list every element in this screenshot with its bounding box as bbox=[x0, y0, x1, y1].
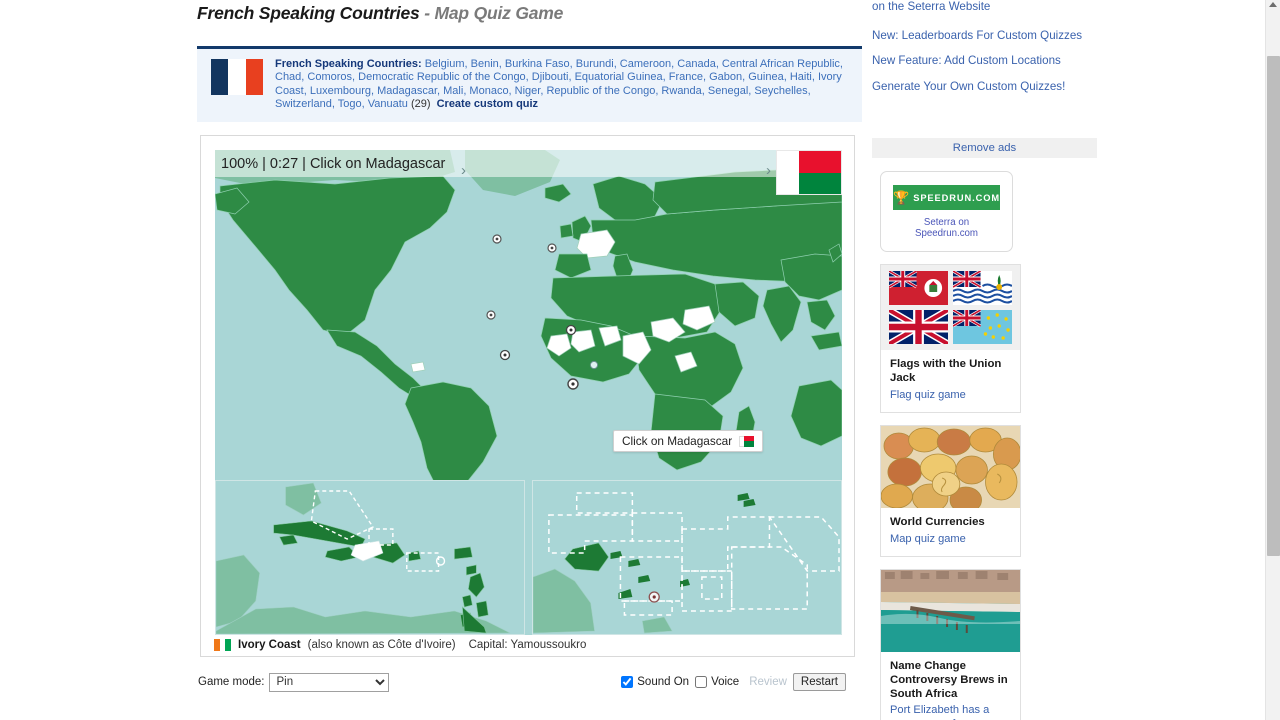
game-mode-label: Game mode: bbox=[198, 676, 265, 688]
tooltip-madagascar-flag-icon bbox=[739, 435, 755, 447]
page-title-main: French Speaking Countries bbox=[197, 3, 420, 23]
speedrun-badge: 🏆 SPEEDRUN.COM bbox=[893, 185, 1000, 211]
ivory-coast-flag-icon bbox=[214, 639, 231, 651]
answer-info-strip: Ivory Coast (also known as Côte d'Ivoire… bbox=[214, 634, 844, 656]
sidebar-news-link-0[interactable]: on the Seterra Website bbox=[872, 0, 1097, 15]
promo-subtitle-link[interactable]: Flag quiz game bbox=[890, 389, 1011, 403]
page-root: French Speaking Countries - Map Quiz Gam… bbox=[0, 0, 1280, 720]
answer-country-alias: (also known as Côte d'Ivoire) bbox=[307, 639, 456, 651]
page-title: French Speaking Countries - Map Quiz Gam… bbox=[197, 0, 862, 24]
voice-checkbox[interactable] bbox=[695, 676, 708, 688]
create-custom-quiz-link[interactable]: Create custom quiz bbox=[437, 98, 538, 110]
map-stage[interactable]: 100% | 0:27 | Click on Madagascar › › Cl… bbox=[215, 150, 842, 635]
france-flag-icon bbox=[211, 59, 263, 95]
caribbean-inset-map[interactable] bbox=[215, 480, 525, 635]
trophy-icon: 🏆 bbox=[893, 190, 910, 206]
promo-title: Name Change Controversy Brews in South A… bbox=[890, 660, 1008, 700]
sidebar-news-link-1[interactable]: New: Leaderboards For Custom Quizzes bbox=[872, 29, 1097, 44]
game-controls-bar: Game mode: Pin Sound On Voice Review Res… bbox=[198, 670, 846, 694]
promo-card-union-jack[interactable]: Flags with the Union Jack Flag quiz game bbox=[880, 264, 1021, 414]
pan-left-chevron-icon[interactable]: › bbox=[461, 162, 466, 179]
sound-toggle[interactable]: Sound On bbox=[621, 676, 689, 688]
scroll-up-arrow-icon[interactable] bbox=[1269, 2, 1277, 7]
bermuda-flag-icon bbox=[889, 271, 948, 306]
click-target-tooltip: Click on Madagascar bbox=[613, 430, 764, 452]
united-kingdom-flag-icon bbox=[889, 310, 948, 345]
tuvalu-flag-icon bbox=[953, 310, 1012, 345]
voice-toggle[interactable]: Voice bbox=[695, 676, 739, 688]
game-mode-select[interactable]: Pin bbox=[269, 672, 390, 692]
controls-right-group: Sound On Voice Review Restart bbox=[621, 673, 846, 691]
promo-card-south-africa-news[interactable]: Name Change Controversy Brews in South A… bbox=[880, 569, 1021, 720]
sidebar-news-link-3[interactable]: Generate Your Own Custom Quizzes! bbox=[872, 80, 1097, 95]
right-sidebar: on the Seterra Website New: Leaderboards… bbox=[872, 0, 1097, 720]
remove-ads-link[interactable]: Remove ads bbox=[872, 138, 1097, 159]
speedrun-badge-text: SPEEDRUN.COM bbox=[913, 192, 1000, 203]
answer-country-name: Ivory Coast bbox=[238, 639, 301, 651]
map-panel: 100% | 0:27 | Click on Madagascar › › Cl… bbox=[200, 135, 855, 657]
tooltip-label: Click on Madagascar bbox=[622, 434, 733, 448]
quiz-country-count: (29) bbox=[410, 98, 431, 111]
quiz-info-label: French Speaking Countries: bbox=[275, 58, 422, 70]
british-indian-ocean-territory-flag-icon bbox=[953, 271, 1012, 306]
restart-button[interactable]: Restart bbox=[792, 673, 846, 691]
speedrun-caption-link[interactable]: Seterra on Speedrun.com bbox=[893, 217, 1000, 239]
sidebar-news-link-2[interactable]: New Feature: Add Custom Locations bbox=[872, 54, 1097, 69]
union-jack-flags-thumbnail bbox=[881, 265, 1020, 351]
sound-label: Sound On bbox=[637, 676, 690, 688]
madagascar-flag-icon bbox=[776, 150, 842, 195]
promo-subtitle-link[interactable]: Map quiz game bbox=[890, 533, 1011, 547]
pier-beach-photo-thumbnail bbox=[881, 570, 1020, 653]
page-scrollbar[interactable] bbox=[1265, 0, 1280, 720]
main-column: French Speaking Countries - Map Quiz Gam… bbox=[197, 0, 862, 122]
promo-card-world-currencies[interactable]: World Currencies Map quiz game bbox=[880, 425, 1021, 558]
pan-right-chevron-icon[interactable]: › bbox=[766, 162, 771, 179]
inset-maps-row bbox=[215, 480, 842, 635]
sound-checkbox[interactable] bbox=[621, 676, 634, 688]
promo-subtitle-link[interactable]: Port Elizabeth has a new name…for now. bbox=[890, 704, 1011, 720]
quiz-info-box: French Speaking Countries: Belgium, Beni… bbox=[197, 46, 862, 122]
speedrun-ad-card[interactable]: 🏆 SPEEDRUN.COM Seterra on Speedrun.com bbox=[880, 171, 1013, 253]
page-title-subtitle: - Map Quiz Game bbox=[424, 3, 564, 23]
promo-title: World Currencies bbox=[890, 516, 985, 529]
pacific-inset-map[interactable] bbox=[532, 480, 842, 635]
answer-country-capital: Capital: Yamoussoukro bbox=[468, 639, 587, 651]
review-link: Review bbox=[749, 676, 787, 688]
quiz-info-text: French Speaking Countries: Belgium, Beni… bbox=[275, 58, 854, 112]
coins-photo-thumbnail bbox=[881, 426, 1020, 509]
promo-title: Flags with the Union Jack bbox=[890, 358, 1002, 384]
voice-label: Voice bbox=[711, 676, 740, 688]
scrollbar-thumb[interactable] bbox=[1267, 56, 1280, 556]
